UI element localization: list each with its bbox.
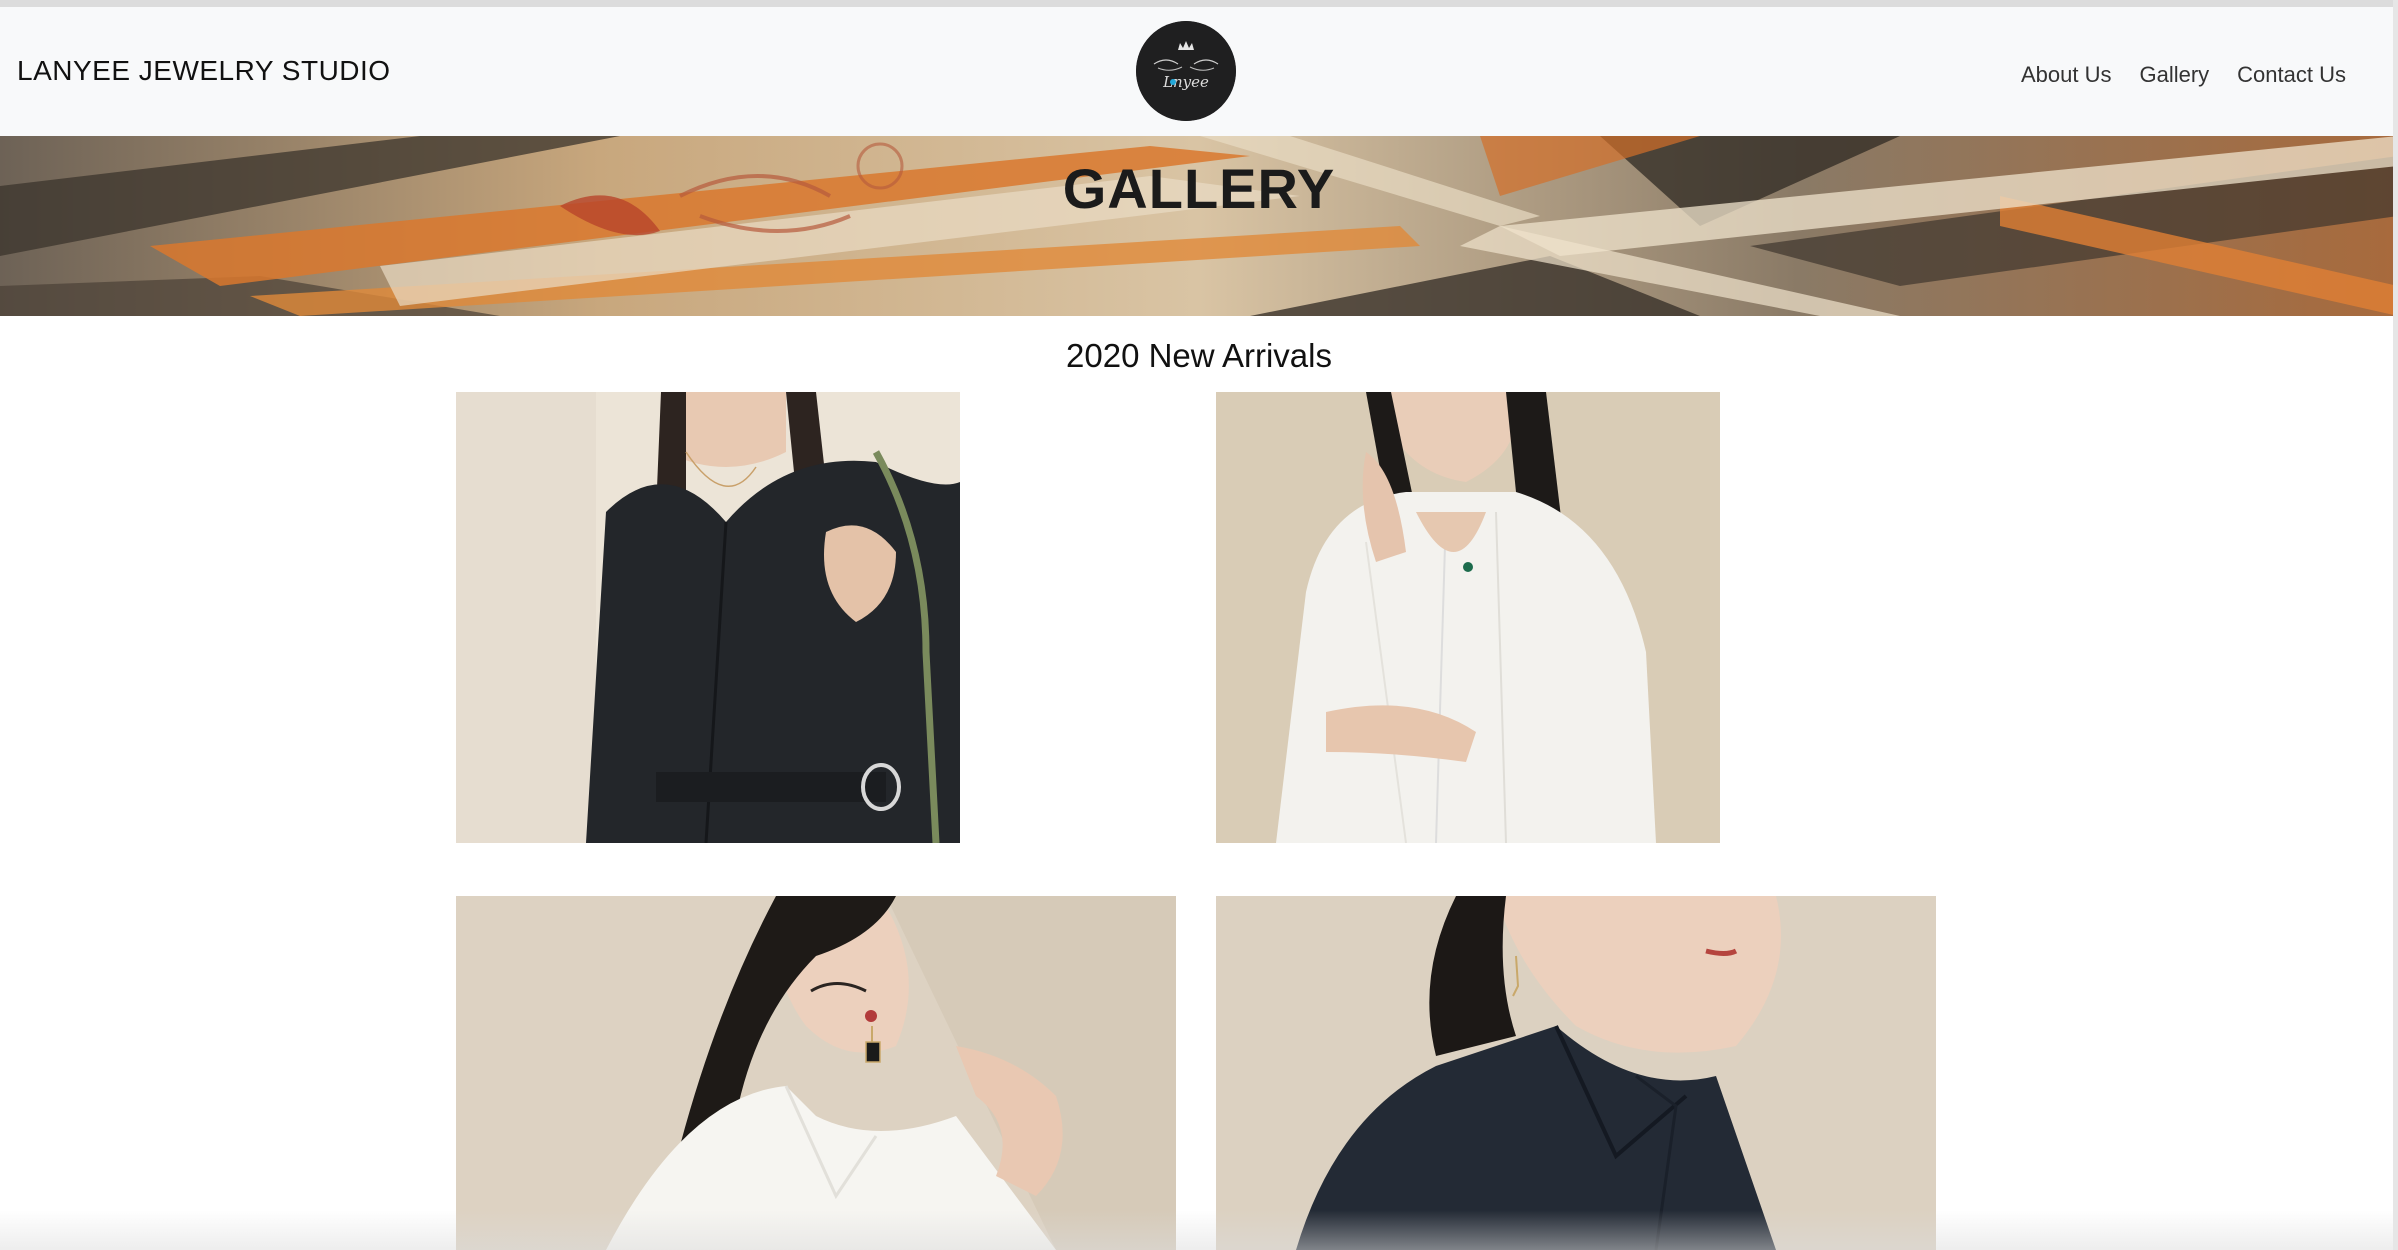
- bottom-fade: [0, 1210, 2398, 1250]
- gallery-banner: GALLERY: [0, 136, 2398, 316]
- nav-about-us[interactable]: About Us: [2021, 62, 2112, 88]
- photo-black-dress-image: [456, 392, 960, 843]
- gallery-photo-3[interactable]: [456, 896, 1176, 1250]
- page-scrollbar[interactable]: [2393, 0, 2398, 1250]
- nav-contact-us[interactable]: Contact Us: [2237, 62, 2346, 88]
- browser-top-edge: [0, 0, 2398, 7]
- gallery-photo-4[interactable]: [1216, 896, 1936, 1250]
- brand-link[interactable]: LANYEE JEWELRY STUDIO: [17, 55, 391, 87]
- navbar: LANYEE JEWELRY STUDIO Lnyee About Us Gal…: [0, 7, 2398, 137]
- banner-title: GALLERY: [1062, 157, 1336, 220]
- nav-links: About Us Gallery Contact Us: [2021, 62, 2346, 88]
- nav-gallery[interactable]: Gallery: [2139, 62, 2209, 88]
- photo-black-blazer-image: [1216, 896, 1936, 1250]
- gallery-photo-2[interactable]: [1216, 392, 1720, 843]
- photo-white-blazer-image: [1216, 392, 1720, 843]
- svg-text:Lnyee: Lnyee: [1162, 73, 1209, 91]
- section-title: 2020 New Arrivals: [1066, 337, 1332, 374]
- logo-icon[interactable]: Lnyee: [1136, 21, 1236, 121]
- photo-white-shirt-image: [456, 896, 1176, 1250]
- gallery-photo-1[interactable]: [456, 392, 960, 843]
